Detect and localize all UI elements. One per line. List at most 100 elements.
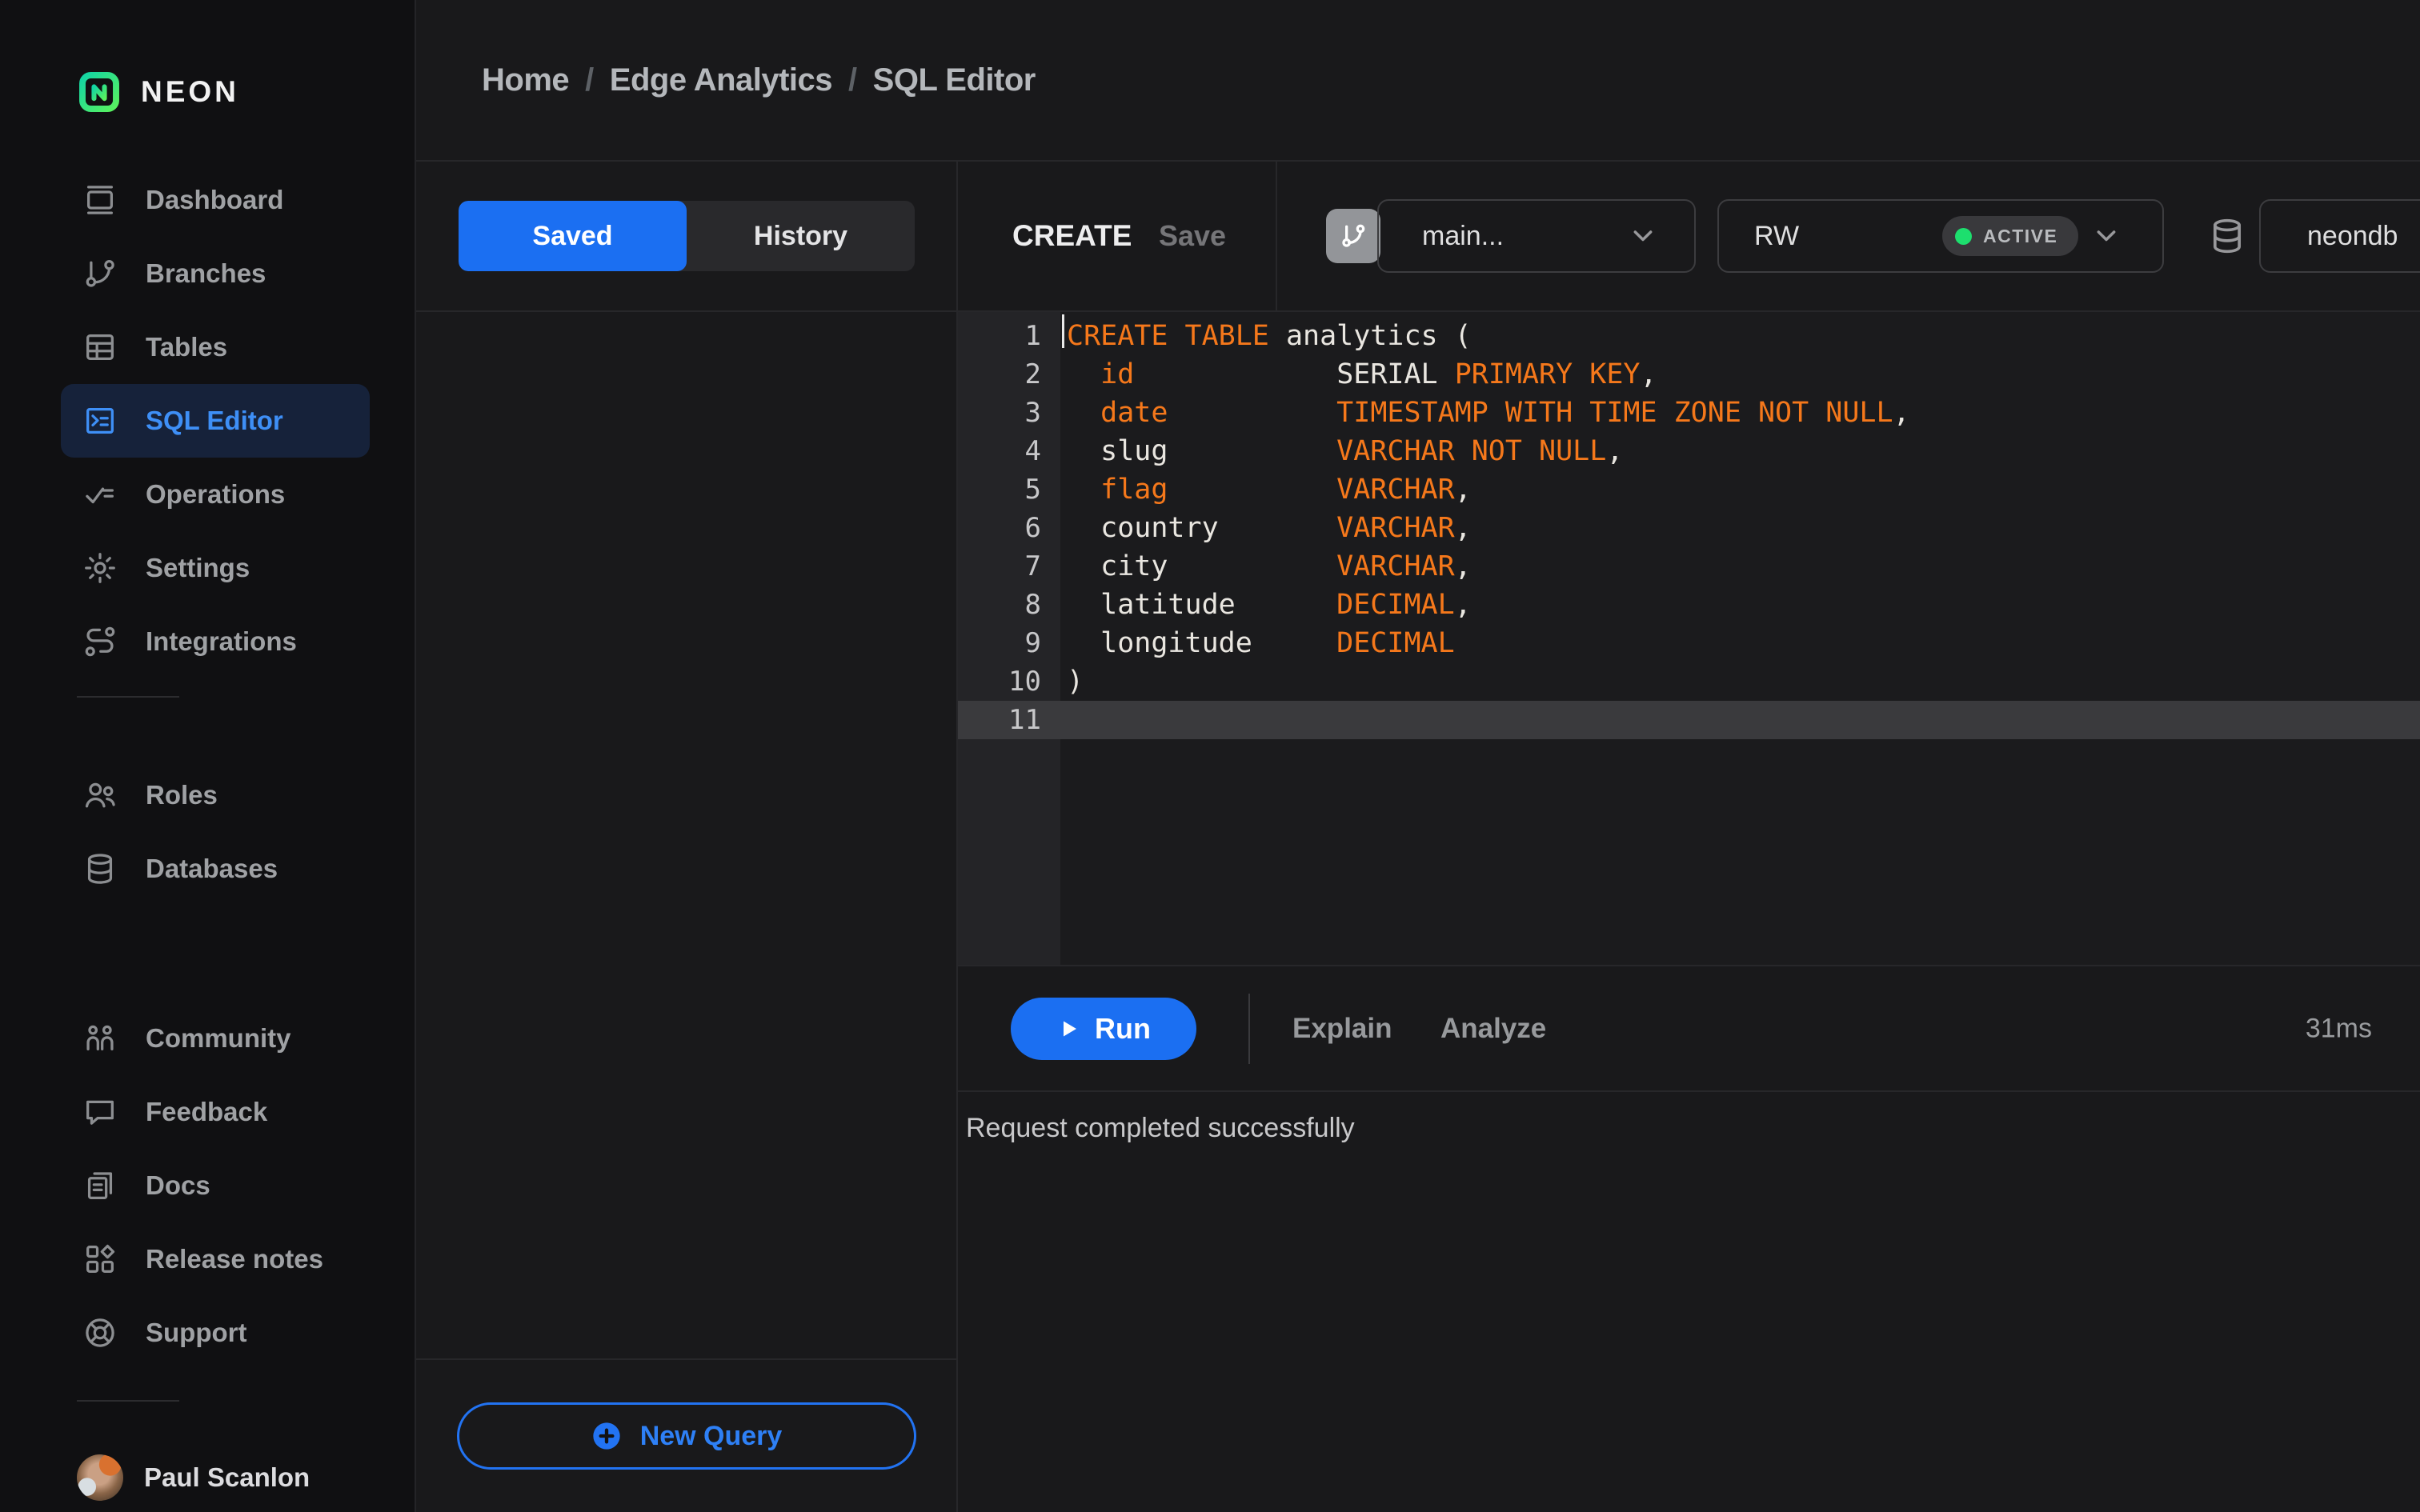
breadcrumb-item-home[interactable]: Home	[482, 62, 570, 98]
line-number: 4	[1024, 435, 1041, 467]
run-button[interactable]: Run	[1011, 997, 1196, 1060]
line-number: 8	[1024, 589, 1041, 621]
sidebar-item-sql-editor[interactable]: SQL Editor	[61, 384, 370, 458]
sidebar: NEON Dashboard Branches Tables SQL Editor Op…	[0, 0, 416, 1512]
saved-queries-list[interactable]	[416, 312, 956, 1358]
sidebar-item-databases[interactable]: Databases	[61, 832, 370, 906]
neon-logo[interactable]: NEON	[77, 64, 415, 120]
sidebar-nav-database: Roles Databases	[0, 758, 415, 906]
sidebar-divider	[77, 1400, 179, 1402]
new-query-button[interactable]: New Query	[456, 1402, 916, 1470]
breadcrumb-item-sql-editor[interactable]: SQL Editor	[873, 62, 1036, 98]
endpoint-select-value: RW	[1754, 220, 1800, 251]
code-line-2: 2 id SERIAL PRIMARY KEY,	[958, 355, 2420, 394]
code-text: city VARCHAR,	[1067, 550, 1472, 582]
analyze-button[interactable]: Analyze	[1440, 1013, 1546, 1045]
saved-history-toggle: Saved History	[459, 201, 915, 271]
git-branch-icon	[1337, 220, 1369, 252]
sidebar-item-label: Docs	[146, 1170, 210, 1200]
tables-icon	[82, 329, 118, 366]
sidebar-item-feedback[interactable]: Feedback	[61, 1075, 370, 1149]
status-dot	[1955, 227, 1972, 245]
settings-icon	[82, 550, 118, 586]
code-line-3: 3 date TIMESTAMP WITH TIME ZONE NOT NULL…	[958, 394, 2420, 432]
query-tab-name[interactable]: CREATE	[1012, 219, 1132, 253]
endpoint-status-badge: ACTIVE	[1942, 216, 2079, 256]
tab-history[interactable]: History	[687, 201, 915, 271]
workspace: Saved History New Query CREATE Save main…	[416, 162, 2420, 1512]
database-select-value: neondb	[2307, 220, 2398, 251]
sidebar-item-label: Databases	[146, 854, 278, 883]
sidebar-item-release-notes[interactable]: Release notes	[61, 1222, 370, 1296]
sidebar-item-branches[interactable]: Branches	[61, 237, 370, 310]
sidebar-item-operations[interactable]: Operations	[61, 458, 370, 531]
code-text: date TIMESTAMP WITH TIME ZONE NOT NULL,	[1100, 397, 1910, 429]
branch-select[interactable]: main...	[1377, 199, 1696, 273]
sidebar-item-label: Integrations	[146, 626, 297, 656]
code-lines: 1 CREATE TABLE analytics (2 id SERIAL PRI…	[958, 312, 2420, 739]
save-button[interactable]: Save	[1159, 219, 1226, 253]
feedback-icon	[82, 1094, 118, 1130]
code-text: country VARCHAR,	[1067, 512, 1472, 544]
sidebar-nav-secondary: Community Feedback Docs Release notes Suppor…	[0, 1002, 415, 1370]
main-area: Home / Edge Analytics / SQL Editor Saved His…	[416, 0, 2420, 1512]
sql-code-editor[interactable]: 1 CREATE TABLE analytics (2 id SERIAL PRI…	[958, 312, 2420, 966]
release-notes-icon	[82, 1241, 118, 1278]
plus-circle-icon	[591, 1420, 623, 1452]
line-number: 1	[1024, 320, 1041, 352]
code-line-11: 11	[958, 314, 2420, 739]
line-number: 9	[1024, 627, 1041, 659]
editor-toolbar: CREATE Save main... RW ACTIVE neondb	[958, 162, 2420, 312]
code-line-4: 4 slug VARCHAR NOT NULL,	[958, 432, 2420, 470]
sidebar-item-integrations[interactable]: Integrations	[61, 605, 370, 678]
code-line-5: 5 flag VARCHAR,	[958, 470, 2420, 509]
chevron-down-icon	[2090, 220, 2122, 252]
new-query-label: New Query	[639, 1420, 783, 1451]
sidebar-divider	[77, 696, 179, 698]
branches-icon	[82, 255, 118, 292]
saved-queries-panel: Saved History New Query	[416, 162, 958, 1512]
run-bar: Run Explain Analyze 31ms	[958, 966, 2420, 1092]
sidebar-item-roles[interactable]: Roles	[61, 758, 370, 832]
line-number: 2	[1024, 358, 1041, 390]
sql-editor-icon	[82, 402, 118, 439]
code-text: CREATE TABLE analytics (	[1067, 320, 1472, 352]
sidebar-item-settings[interactable]: Settings	[61, 531, 370, 605]
sidebar-nav-primary: Dashboard Branches Tables SQL Editor Operati…	[0, 163, 415, 678]
text-cursor	[1062, 314, 1064, 348]
status-label: ACTIVE	[1983, 225, 2058, 246]
sidebar-item-community[interactable]: Community	[61, 1002, 370, 1075]
tab-saved[interactable]: Saved	[459, 201, 687, 271]
play-icon	[1056, 1017, 1080, 1041]
neon-logo-icon	[77, 65, 122, 119]
code-line-1: 1 CREATE TABLE analytics (	[958, 317, 2420, 355]
code-line-10: 10)	[958, 662, 2420, 701]
sidebar-item-dashboard[interactable]: Dashboard	[61, 163, 370, 237]
database-select[interactable]: neondb	[2259, 199, 2420, 273]
explain-button[interactable]: Explain	[1292, 1013, 1392, 1045]
sidebar-item-support[interactable]: Support	[61, 1296, 370, 1370]
databases-icon	[82, 850, 118, 887]
sidebar-item-docs[interactable]: Docs	[61, 1149, 370, 1222]
sidebar-item-label: Roles	[146, 780, 218, 810]
code-text: flag VARCHAR,	[1100, 474, 1472, 506]
integrations-icon	[82, 623, 118, 660]
queries-toolbar: Saved History	[416, 162, 956, 312]
status-message: Request completed successfully	[966, 1113, 1355, 1143]
dashboard-icon	[82, 182, 118, 218]
operations-icon	[82, 476, 118, 513]
user-menu[interactable]: Paul Scanlon	[77, 1443, 415, 1512]
run-label: Run	[1095, 1011, 1151, 1045]
code-text: latitude DECIMAL,	[1067, 589, 1472, 621]
code-text: id SERIAL PRIMARY KEY,	[1100, 358, 1657, 390]
endpoint-select[interactable]: RW ACTIVE	[1717, 199, 2164, 273]
sidebar-item-label: Operations	[146, 479, 286, 509]
breadcrumb-item-edge-analytics[interactable]: Edge Analytics	[610, 62, 833, 98]
new-query-row: New Query	[416, 1358, 956, 1512]
code-line-9: 9 longitude DECIMAL	[958, 624, 2420, 662]
sidebar-item-tables[interactable]: Tables	[61, 310, 370, 384]
brand-name: NEON	[141, 75, 239, 108]
code-text: )	[1067, 666, 1084, 698]
branch-icon-button[interactable]	[1326, 209, 1380, 263]
